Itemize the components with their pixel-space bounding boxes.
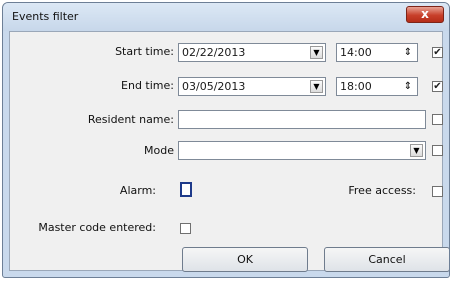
- end-time-checkbox[interactable]: ✔: [432, 81, 443, 92]
- dialog-body: Start time: 02/22/2013 ▼ 14:00 ⇕ ✔ End t…: [9, 31, 449, 272]
- check-mark-icon: ✔: [433, 47, 442, 58]
- cancel-button[interactable]: Cancel: [324, 247, 449, 272]
- free-access-checkbox[interactable]: [432, 186, 443, 197]
- start-time-checkbox[interactable]: ✔: [432, 47, 443, 58]
- mode-select[interactable]: ▼: [178, 141, 426, 160]
- end-time-value: 18:00: [340, 80, 372, 93]
- start-time-value: 14:00: [340, 46, 372, 59]
- mode-label: Mode: [144, 144, 174, 157]
- free-access-label: Free access:: [348, 184, 416, 197]
- alarm-checkbox[interactable]: [180, 182, 192, 197]
- ok-button[interactable]: OK: [182, 247, 308, 272]
- mode-checkbox[interactable]: [432, 145, 443, 156]
- resident-name-label: Resident name:: [87, 113, 174, 126]
- end-time-picker[interactable]: 18:00 ⇕: [336, 77, 418, 96]
- window-title: Events filter: [12, 10, 79, 23]
- alarm-label: Alarm:: [119, 184, 156, 197]
- spin-arrows-icon[interactable]: ⇕: [401, 79, 415, 94]
- master-code-checkbox[interactable]: [180, 223, 191, 234]
- title-bar[interactable]: Events filter x: [3, 3, 449, 31]
- close-icon: x: [421, 7, 429, 21]
- resident-name-input[interactable]: [178, 110, 426, 129]
- spin-arrows-icon[interactable]: ⇕: [401, 45, 415, 60]
- master-code-label: Master code entered:: [38, 221, 156, 234]
- end-date-value: 03/05/2013: [182, 80, 246, 93]
- start-date-picker[interactable]: 02/22/2013 ▼: [178, 43, 326, 62]
- start-date-value: 02/22/2013: [182, 46, 246, 59]
- chevron-down-icon[interactable]: ▼: [310, 46, 323, 59]
- chevron-down-icon[interactable]: ▼: [410, 144, 423, 157]
- start-time-picker[interactable]: 14:00 ⇕: [336, 43, 418, 62]
- end-time-label: End time:: [121, 79, 174, 92]
- check-mark-icon: ✔: [433, 81, 442, 92]
- end-date-picker[interactable]: 03/05/2013 ▼: [178, 77, 326, 96]
- resident-name-checkbox[interactable]: [432, 114, 443, 125]
- close-button[interactable]: x: [406, 6, 444, 23]
- events-filter-dialog: Events filter x Start time: 02/22/2013 ▼…: [2, 2, 450, 278]
- chevron-down-icon[interactable]: ▼: [310, 80, 323, 93]
- start-time-label: Start time:: [115, 45, 174, 58]
